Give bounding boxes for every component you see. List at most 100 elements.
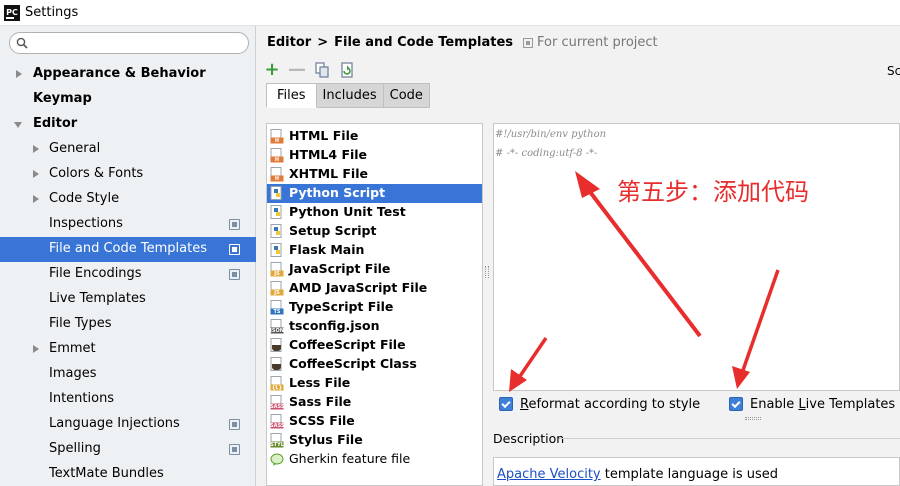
description-body: template language is used: [600, 467, 779, 482]
template-item[interactable]: Python Script: [267, 184, 482, 203]
live-templates-checkbox[interactable]: [729, 397, 743, 411]
python-file-icon: [270, 224, 282, 238]
template-item[interactable]: TS TypeScript File: [267, 298, 482, 317]
sidebar-item-colors-fonts[interactable]: Colors & Fonts: [0, 162, 256, 187]
template-item[interactable]: JS JavaScript File: [267, 260, 482, 279]
tab-includes[interactable]: Includes: [316, 83, 384, 108]
breadcrumb-parent[interactable]: Editor: [267, 35, 311, 50]
sidebar-item-label: Spelling: [49, 441, 101, 456]
template-item-label: Setup Script: [289, 223, 377, 238]
live-templates-option[interactable]: Enable Live Templates: [729, 395, 895, 413]
file-type-badge: SASS: [270, 423, 284, 429]
sidebar-item-inspections[interactable]: Inspections: [0, 212, 256, 237]
sidebar-item-textmate-bundles[interactable]: TextMate Bundles: [0, 462, 256, 486]
copy-template-button[interactable]: [312, 60, 332, 80]
template-item-label: SCSS File: [289, 413, 355, 428]
sidebar-item-language-injections[interactable]: Language Injections: [0, 412, 256, 437]
sidebar-item-label: Intentions: [49, 391, 115, 406]
template-item[interactable]: JS AMD JavaScript File: [267, 279, 482, 298]
breadcrumb: Editor > File and Code Templates For cur…: [267, 35, 658, 50]
reformat-option[interactable]: Reformat according to style: [499, 395, 700, 413]
add-template-button[interactable]: +: [262, 60, 282, 80]
sidebar-item-file-encodings[interactable]: File Encodings: [0, 262, 256, 287]
tab-code-label: Code: [389, 88, 423, 103]
template-item[interactable]: CoffeeScript Class: [267, 355, 482, 374]
template-item[interactable]: SASS Sass File: [267, 393, 482, 412]
file-type-badge: {L}: [271, 385, 283, 391]
remove-template-button[interactable]: —: [287, 60, 307, 80]
copy-icon: [315, 62, 329, 78]
window-title: Settings: [25, 5, 79, 20]
project-scope-icon: [229, 444, 240, 455]
reformat-checkbox[interactable]: [499, 397, 513, 411]
template-item[interactable]: CoffeeScript File: [267, 336, 482, 355]
vertical-splitter[interactable]: [485, 266, 489, 278]
settings-search[interactable]: [9, 32, 249, 54]
template-item-label: CoffeeScript File: [289, 337, 406, 352]
scheme-label: Sc: [887, 64, 900, 78]
velocity-link[interactable]: Apache Velocity: [497, 467, 601, 482]
project-scope-icon: [523, 37, 534, 48]
template-item-label: XHTML File: [289, 166, 368, 181]
scope-label: For current project: [537, 35, 658, 50]
code-line[interactable]: #!/usr/bin/env python: [495, 129, 606, 140]
template-item[interactable]: H XHTML File: [267, 165, 482, 184]
sidebar-item-code-style[interactable]: Code Style: [0, 187, 256, 212]
file-type-badge: H: [274, 176, 280, 182]
reset-template-button[interactable]: [337, 60, 357, 80]
template-item-label: Flask Main: [289, 242, 365, 257]
sidebar-item-emmet[interactable]: Emmet: [0, 337, 256, 362]
search-input[interactable]: [34, 35, 244, 51]
chevron-right-icon[interactable]: [33, 170, 39, 178]
reformat-label: Reformat according to style: [520, 396, 701, 412]
template-item[interactable]: H HTML File: [267, 127, 482, 146]
template-item-label: Python Unit Test: [289, 204, 406, 219]
template-item-label: TypeScript File: [289, 299, 394, 314]
template-item[interactable]: Setup Script: [267, 222, 482, 241]
template-editor[interactable]: #!/usr/bin/env python # -*- coding:utf-8…: [493, 123, 900, 391]
sidebar-item-label: File Encodings: [49, 266, 142, 281]
reset-icon: [341, 62, 353, 78]
check-icon: [501, 398, 511, 408]
python-file-icon: [270, 205, 282, 219]
chevron-right-icon[interactable]: [33, 345, 39, 353]
template-item-label: tsconfig.json: [289, 318, 380, 333]
sidebar-item-label: Keymap: [33, 91, 92, 106]
sidebar-item-keymap[interactable]: Keymap: [0, 87, 256, 112]
horizontal-splitter[interactable]: [745, 417, 761, 420]
coffee-file-icon: [270, 338, 282, 352]
template-item[interactable]: {L} Less File: [267, 374, 482, 393]
sidebar-item-appearance-behavior[interactable]: Appearance & Behavior: [0, 62, 256, 87]
sidebar-item-file-and-code-templates[interactable]: File and Code Templates: [0, 237, 256, 262]
template-item[interactable]: Gherkin feature file: [267, 450, 482, 469]
chevron-right-icon[interactable]: [16, 70, 22, 78]
chevron-right-icon[interactable]: [33, 195, 39, 203]
breadcrumb-current: File and Code Templates: [334, 35, 514, 50]
search-icon: [16, 37, 28, 49]
tab-code[interactable]: Code: [383, 83, 430, 108]
sidebar-item-label: Emmet: [49, 341, 96, 356]
breadcrumb-separator: >: [317, 35, 329, 50]
template-item[interactable]: Python Unit Test: [267, 203, 482, 222]
template-item[interactable]: JSON tsconfig.json: [267, 317, 482, 336]
file-type-badge: H: [274, 157, 280, 163]
sidebar-item-intentions[interactable]: Intentions: [0, 387, 256, 412]
sidebar-item-file-types[interactable]: File Types: [0, 312, 256, 337]
sidebar-item-general[interactable]: General: [0, 137, 256, 162]
sidebar-item-label: Language Injections: [49, 416, 180, 431]
sidebar-item-label: Inspections: [49, 216, 123, 231]
code-line[interactable]: # -*- coding:utf-8 -*-: [495, 148, 597, 159]
chevron-down-icon[interactable]: [14, 122, 22, 128]
sidebar-item-editor[interactable]: Editor: [0, 112, 256, 137]
template-item[interactable]: H HTML4 File: [267, 146, 482, 165]
sidebar-item-live-templates[interactable]: Live Templates: [0, 287, 256, 312]
sidebar-item-images[interactable]: Images: [0, 362, 256, 387]
template-item[interactable]: STYL Stylus File: [267, 431, 482, 450]
sidebar-item-spelling[interactable]: Spelling: [0, 437, 256, 462]
template-item[interactable]: SASS SCSS File: [267, 412, 482, 431]
python-file-icon: [270, 243, 282, 257]
chevron-right-icon[interactable]: [33, 145, 39, 153]
tab-files[interactable]: Files: [266, 83, 317, 108]
project-scope-icon: [229, 419, 240, 430]
template-item[interactable]: Flask Main: [267, 241, 482, 260]
